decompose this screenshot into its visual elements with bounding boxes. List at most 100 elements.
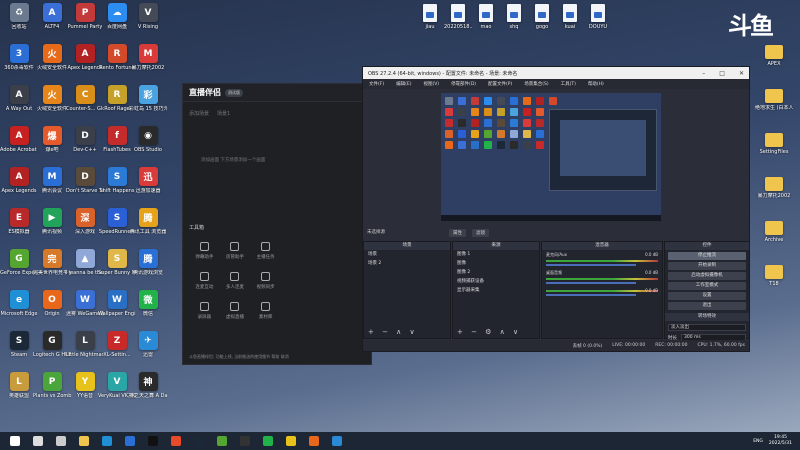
filters-button[interactable]: 滤镜 (472, 229, 489, 237)
desktop-folder[interactable]: T18 (757, 262, 791, 302)
taskbar-wechat[interactable] (260, 433, 276, 449)
desktop-icon[interactable]: P Pummel Party (68, 3, 102, 43)
desktop-icon[interactable]: S Steam (2, 331, 36, 371)
desktop-icon[interactable]: ◉ OBS Studio (131, 126, 165, 166)
taskbar-tiktok[interactable] (145, 433, 161, 449)
menu-docks[interactable]: 停靠部件(D) (451, 81, 476, 87)
desktop-icon[interactable]: 3 360杀毒软件 (2, 44, 36, 84)
virtual-camera-button[interactable]: 启动虚拟摄像机 (668, 272, 746, 280)
exit-button[interactable]: 退出 (668, 302, 746, 310)
tool-room-admin[interactable]: 房管助手 (220, 242, 251, 260)
desktop-icon[interactable]: R Roof Rage (100, 85, 134, 125)
tool-host-task[interactable]: 主播任务 (250, 242, 281, 260)
taskbar-douyu[interactable] (168, 433, 184, 449)
menu-view[interactable]: 视图(V) (423, 81, 439, 87)
desktop-icon[interactable]: O Origin (35, 290, 69, 330)
desktop-icon[interactable]: 爆爆e吧 (35, 126, 69, 166)
desktop-folder[interactable]: 暴力摩托2002 (757, 174, 791, 214)
taskbar-search[interactable] (30, 433, 46, 449)
desktop-icon[interactable]: DDon't Starve Together (66, 167, 104, 207)
volume-slider[interactable] (546, 264, 636, 266)
taskbar-start[interactable] (7, 433, 23, 449)
tab-add-scene[interactable]: 添加场景 (189, 110, 209, 117)
properties-button[interactable]: 属性 (449, 229, 466, 237)
desktop-icon[interactable]: A Apex Legends (1, 167, 37, 207)
desktop-folder[interactable]: 绝地求生 (白本人)游戏 (755, 86, 793, 126)
desktop-icon[interactable]: ✈ 迅雷 (131, 331, 165, 371)
desktop-icon[interactable]: WWallpaper Engine (98, 290, 136, 330)
desktop-icon[interactable]: ☁ 百度网盘 (100, 3, 134, 43)
desktop-icon[interactable]: 迅迅游加速器 (131, 167, 165, 207)
desktop-icon[interactable]: 腾腾讯游戏浏览 (131, 249, 165, 289)
desktop-icon[interactable]: 火火绒安全软件 (35, 44, 69, 84)
tool-materials[interactable]: 素材库 (250, 302, 281, 320)
source-item[interactable]: 图像 1 (453, 250, 539, 259)
taskbar-game[interactable] (283, 433, 299, 449)
desktop-icon[interactable]: PPlants vs Zombies G... (33, 372, 71, 412)
desktop-icon[interactable]: SSuper Bunny Man (98, 249, 136, 289)
tab-scene-1[interactable]: 场景1 (217, 110, 230, 117)
desktop-icon[interactable]: Z XL-Settin... (100, 331, 134, 371)
source-item[interactable]: 图像 2 (453, 268, 539, 277)
tool-danmaku[interactable]: 弹幕助手 (189, 242, 220, 260)
desktop-icon[interactable]: ▲I wanna be the Creator (66, 249, 104, 289)
menu-tools[interactable]: 工具(T) (561, 81, 576, 87)
desktop-folder[interactable]: Archive (757, 218, 791, 258)
tool-multi-mic[interactable]: 多人连麦 (220, 272, 251, 290)
scene-item[interactable]: 场景 2 (364, 259, 450, 268)
taskbar-task-view[interactable] (53, 433, 69, 449)
stop-streaming-button[interactable]: 停止推流 (668, 252, 746, 260)
desktop-icon[interactable]: G Logitech G HUB (33, 331, 71, 371)
desktop-icon[interactable]: A Apex Legends (67, 44, 103, 84)
desktop-icon[interactable]: 微微信 (131, 290, 165, 330)
desktop-icon[interactable]: ▶ 腾讯视频 (35, 208, 69, 248)
taskbar-clock[interactable]: 19:45 2022/5/31 (769, 435, 792, 447)
desktop-folder[interactable]: SettingFiles (757, 130, 791, 170)
scene-item[interactable]: 场景 (364, 250, 450, 259)
desktop-icon[interactable]: V V Rising (131, 3, 165, 43)
minimize-icon[interactable]: – (702, 70, 705, 77)
desktop-icon[interactable]: AA Way Out (2, 85, 36, 125)
volume-slider[interactable] (546, 294, 636, 296)
source-toolbar[interactable]: + − ⚙ ∧ ∨ (457, 328, 521, 336)
desktop-icon[interactable]: W 迷雾 WeGame版 (66, 290, 104, 330)
desktop-icon[interactable]: Y YY语音 (68, 372, 102, 412)
taskbar-xbox[interactable] (214, 433, 230, 449)
maximize-icon[interactable]: □ (719, 70, 725, 77)
desktop-icon[interactable]: VVeryKuai VK加速器 (98, 372, 136, 412)
desktop-icon[interactable]: S Shift Happens (100, 167, 134, 207)
desktop-folder[interactable]: APEX (757, 42, 791, 82)
desktop-icon[interactable]: ♻ 回收站 (2, 3, 36, 43)
desktop-icon[interactable]: 火火绒安全软件 (35, 85, 69, 125)
desktop-icon[interactable]: 深深入游戏 (68, 208, 102, 248)
desktop-icon[interactable]: f FlashTubes (100, 126, 134, 166)
desktop-icon[interactable]: 腾腾讯工具 浏览器 (130, 208, 166, 248)
taskbar-thunder[interactable] (329, 433, 345, 449)
settings-button[interactable]: 设置 (668, 292, 746, 300)
desktop-icon[interactable]: e Microsoft Edge (1, 290, 37, 330)
menu-profile[interactable]: 配置文件(P) (488, 81, 512, 87)
tray-lang[interactable]: ENG (753, 439, 763, 444)
tool-link-mic[interactable]: 连麦互动 (189, 272, 220, 290)
desktop-icon[interactable]: S SpeedRunners (99, 208, 135, 248)
menu-help[interactable]: 帮助(H) (588, 81, 604, 87)
taskbar-store[interactable] (122, 433, 138, 449)
start-recording-button[interactable]: 开始录制 (668, 262, 746, 270)
desktop-icon[interactable]: D Dev-C++ (68, 126, 102, 166)
taskbar-file-explorer[interactable] (76, 433, 92, 449)
scene-toolbar[interactable]: + − ∧ ∨ (368, 328, 418, 336)
close-icon[interactable]: ✕ (739, 70, 744, 77)
desktop-icon[interactable]: M 暴力摩托2002 (131, 44, 165, 84)
transition-select[interactable]: 淡入淡出 (668, 324, 746, 331)
desktop-icon[interactable]: 完完美世界电竞平台 (33, 249, 71, 289)
taskbar-origin[interactable] (306, 433, 322, 449)
desktop-icon[interactable]: A ALTF4 (35, 3, 69, 43)
menu-file[interactable]: 文件(F) (369, 81, 384, 87)
source-item[interactable]: 图像 (453, 259, 539, 268)
desktop-icon[interactable]: GGeForce Experience (0, 249, 38, 289)
taskbar-edge[interactable] (99, 433, 115, 449)
tool-recorder[interactable]: 录屏器 (189, 302, 220, 320)
desktop-icon[interactable]: 神神之天之舞 A Dance of F... (129, 372, 167, 412)
studio-mode-button[interactable]: 工作室模式 (668, 282, 746, 290)
menu-edit[interactable]: 编辑(E) (396, 81, 411, 87)
